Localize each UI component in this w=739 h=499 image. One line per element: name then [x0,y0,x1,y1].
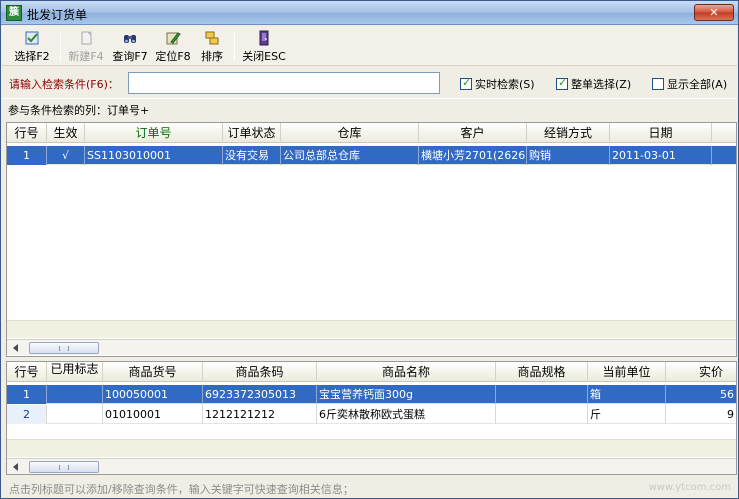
orders-cell-warehouse: 公司总部总仓库 [281,146,419,165]
items-cell-item-name: 宝宝营养钙面300g [317,385,496,404]
orders-grid-header: 行号 生效 订单号 订单状态 仓库 客户 经销方式 日期 [7,123,736,143]
show-all-check-box[interactable] [652,78,664,90]
orders-col-date[interactable]: 日期 [610,123,712,143]
items-cell-price: 56 [666,385,736,404]
orders-cell-active: √ [47,146,85,165]
search-input[interactable] [128,72,440,94]
orders-cell-order-number: SS1103010001 [85,146,223,165]
locate-button-label: 定位F8 [155,50,191,63]
orders-col-rownum[interactable]: 行号 [7,123,47,143]
sort-icon [204,30,220,46]
items-col-item-name[interactable]: 商品名称 [317,362,496,382]
items-cell-barcode: 6923372305013 [203,385,317,404]
exit-door-icon [256,30,272,46]
realtime-search-label: 实时检索(S) [475,78,535,91]
window-close-button[interactable]: ✕ [694,4,734,21]
close-button-label: 关闭ESC [242,50,286,63]
items-grid: 行号 已用标志 商品货号 商品条码 商品名称 商品规格 当前单位 实价 1 10… [6,361,737,475]
scroll-left-icon[interactable] [11,343,19,353]
new-document-icon [78,30,94,46]
items-cell-rownum: 2 [7,405,47,424]
locate-pencil-icon [165,30,181,46]
whole-select-label: 整单选择(Z) [571,78,632,91]
items-cell-item-code: 100050001 [103,385,203,404]
items-cell-unit: 箱 [588,385,666,404]
items-col-used-flag[interactable]: 已用标志 [47,362,103,382]
orders-col-sales-mode[interactable]: 经销方式 [527,123,610,143]
table-row[interactable]: 2 01010001 1212121212 6斤奕林散称欧式蛋糕 斤 9 [7,405,736,424]
show-all-checkbox[interactable]: 显示全部(A) [652,76,727,92]
orders-col-active[interactable]: 生效 [47,123,85,143]
items-cell-spec [496,405,588,424]
items-cell-price: 9 [666,405,736,424]
new-button[interactable]: 新建F4 [66,28,106,64]
query-button-label: 查询F7 [112,50,148,63]
status-bar: 点击列标题可以添加/移除查询条件，输入关键字可快速查询相关信息； www.ytc… [2,477,737,498]
query-button[interactable]: 查询F7 [110,28,150,64]
items-col-spec[interactable]: 商品规格 [496,362,588,382]
items-horizontal-scrollbar[interactable] [7,458,736,474]
items-col-rownum[interactable]: 行号 [7,362,47,382]
close-button[interactable]: 关闭ESC [242,28,286,64]
items-col-unit[interactable]: 当前单位 [588,362,666,382]
main-window: 簇 批发订货单 ✕ 选择F2 新建F4 查询F7 定位F8 排序 关闭ESC 请… [0,0,739,499]
scroll-left-icon[interactable] [11,462,19,472]
orders-col-status[interactable]: 订单状态 [223,123,281,143]
items-col-barcode[interactable]: 商品条码 [203,362,317,382]
orders-cell-date: 2011-03-01 [610,146,712,165]
toolbar-separator [60,31,61,61]
items-cell-barcode: 1212121212 [203,405,317,424]
table-row[interactable]: 1 100050001 6923372305013 宝宝营养钙面300g 箱 5… [7,385,736,404]
items-scrollbar-thumb[interactable] [29,461,99,473]
items-cell-rownum: 1 [7,385,47,404]
whole-select-check-box[interactable] [556,76,568,90]
title-bar: 簇 批发订货单 ✕ [1,1,738,25]
orders-col-filler [712,123,736,143]
whole-select-checkbox[interactable]: 整单选择(Z) [556,76,631,92]
status-hint: 点击列标题可以添加/移除查询条件，输入关键字可快速查询相关信息； [9,483,354,496]
orders-col-order-number[interactable]: 订单号 [85,123,223,143]
orders-summary-band [7,320,736,338]
table-row[interactable]: 1 √ SS1103010001 没有交易 公司总部总仓库 横塘小芳2701(2… [7,146,736,165]
items-cell-used-flag [47,385,103,404]
orders-cell-sales-mode: 购销 [527,146,610,165]
items-col-price[interactable]: 实价 [666,362,736,382]
search-columns-info: 参与条件检索的列：订单号+ [2,98,737,118]
orders-col-warehouse[interactable]: 仓库 [281,123,419,143]
items-cell-used-flag [47,405,103,424]
items-summary-band [7,439,736,457]
orders-scrollbar-thumb[interactable] [29,342,99,354]
items-grid-header: 行号 已用标志 商品货号 商品条码 商品名称 商品规格 当前单位 实价 [7,362,736,382]
orders-cell-customer: 横塘小芳2701(26262) [419,146,527,165]
search-label: 请输入检索条件(F6)： [9,78,119,91]
realtime-search-check-box[interactable] [460,76,472,90]
locate-button[interactable]: 定位F8 [153,28,193,64]
search-row: 请输入检索条件(F6)： 实时检索(S) 整单选择(Z) 显示全部(A) [2,67,737,97]
new-button-label: 新建F4 [68,50,104,63]
select-button-label: 选择F2 [14,50,50,63]
checklist-icon [24,30,40,46]
items-cell-item-code: 01010001 [103,405,203,424]
toolbar-separator [234,31,235,61]
orders-cell-rownum: 1 [7,146,47,165]
realtime-search-checkbox[interactable]: 实时检索(S) [460,76,535,92]
binoculars-icon [122,30,138,46]
orders-grid: 行号 生效 订单号 订单状态 仓库 客户 经销方式 日期 1 √ SS11030… [6,122,737,357]
orders-cell-status: 没有交易 [223,146,281,165]
toolbar: 选择F2 新建F4 查询F7 定位F8 排序 关闭ESC [2,26,737,66]
show-all-label: 显示全部(A) [667,78,728,91]
items-col-item-code[interactable]: 商品货号 [103,362,203,382]
select-button[interactable]: 选择F2 [10,28,54,64]
items-cell-item-name: 6斤奕林散称欧式蛋糕 [317,405,496,424]
orders-horizontal-scrollbar[interactable] [7,339,736,355]
sort-button-label: 排序 [201,50,223,63]
items-cell-unit: 斤 [588,405,666,424]
orders-col-customer[interactable]: 客户 [419,123,527,143]
items-cell-spec [496,385,588,404]
watermark: www.ytcom.com [648,482,731,493]
sort-button[interactable]: 排序 [198,28,226,64]
app-icon: 簇 [6,5,22,21]
window-title: 批发订货单 [27,8,88,22]
